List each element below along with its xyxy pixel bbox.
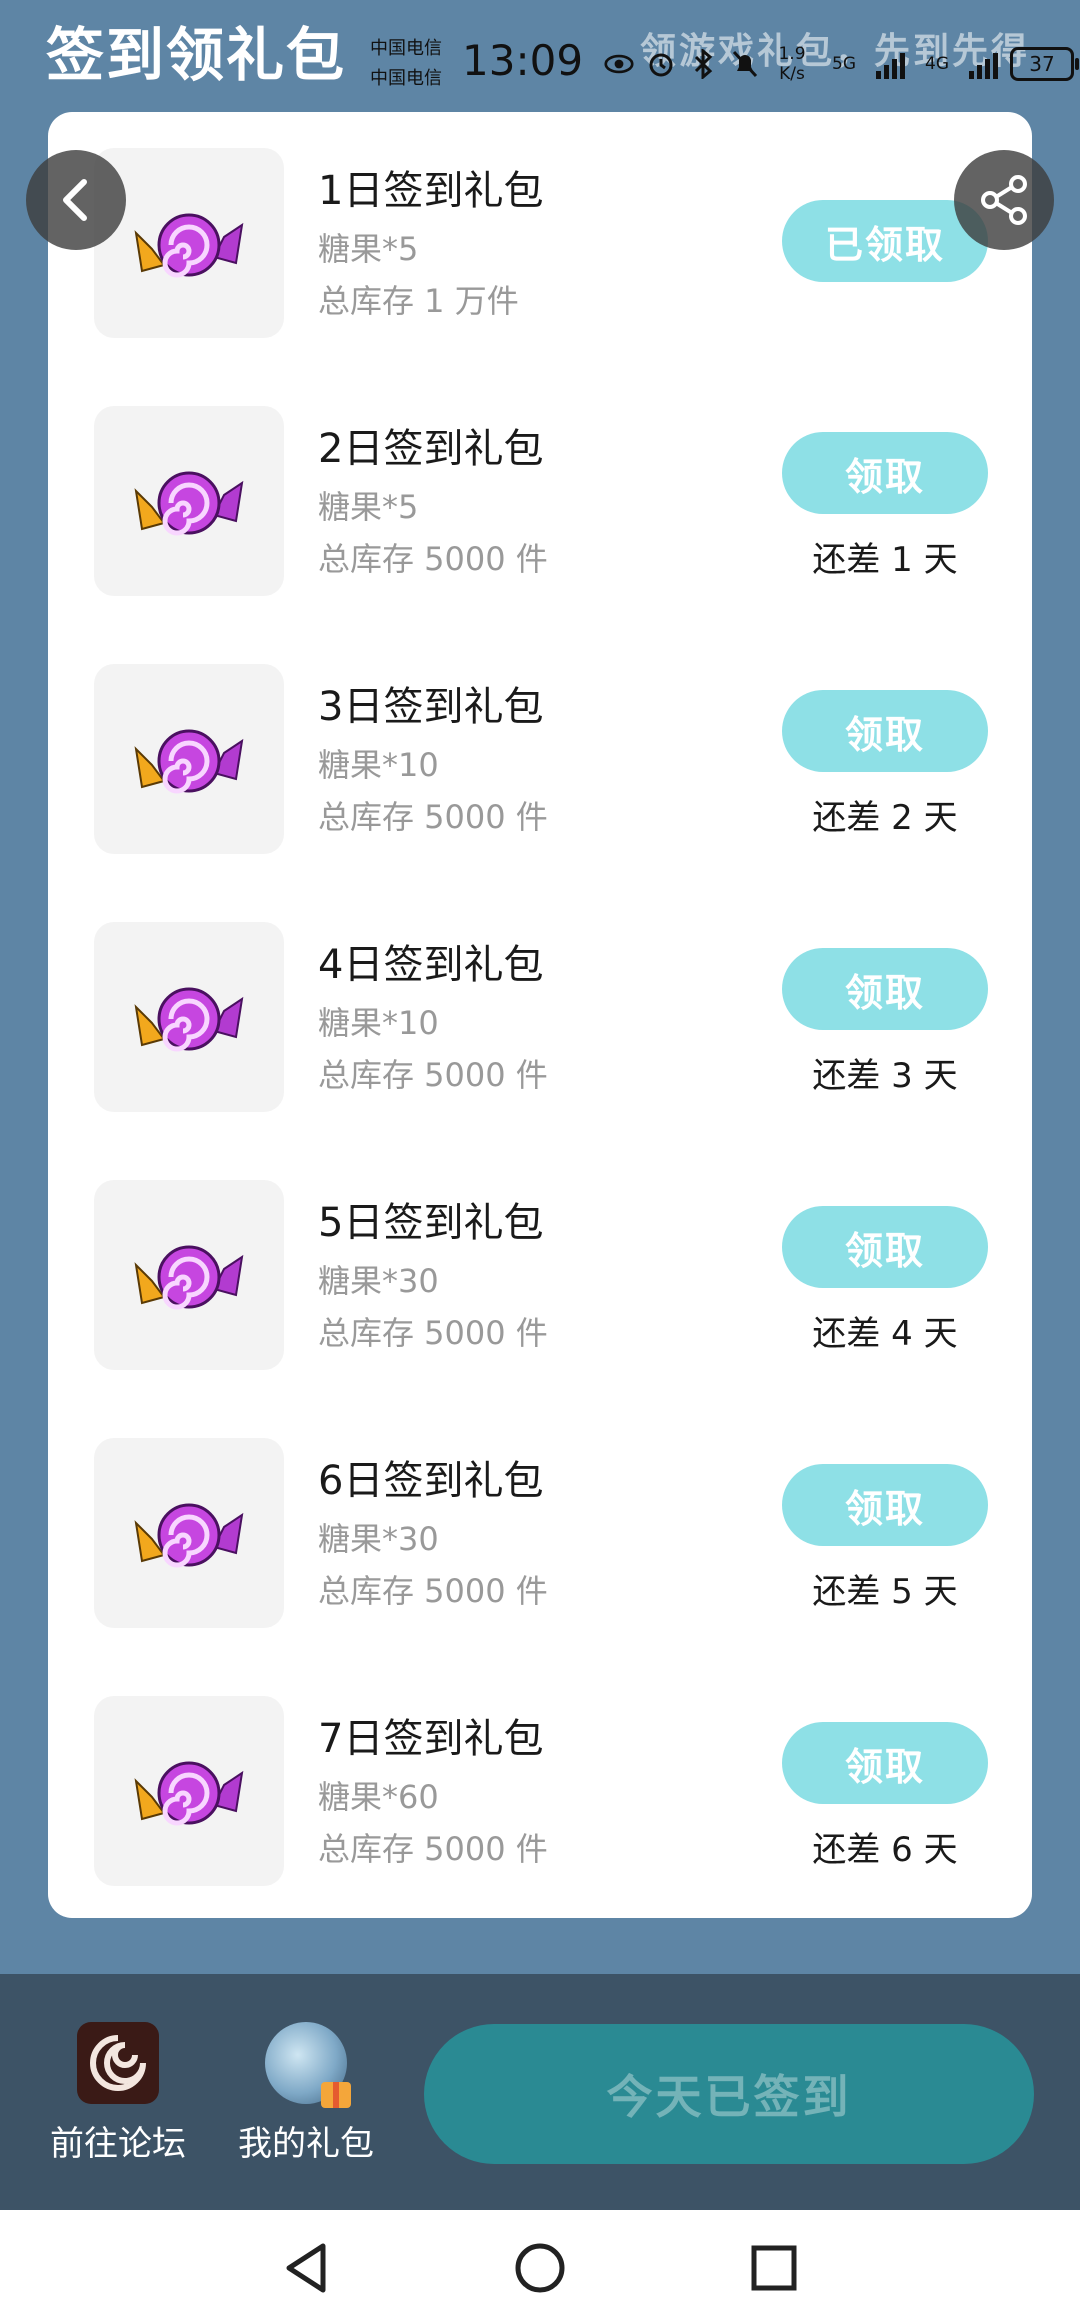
- carrier-2: 中国电信: [370, 68, 442, 89]
- system-nav-bar: [0, 2210, 1080, 2324]
- carrier-info: 中国电信 中国电信: [370, 34, 442, 94]
- claim-button[interactable]: 领取: [782, 1206, 988, 1288]
- back-button[interactable]: [26, 150, 126, 250]
- mute-bell-icon: [730, 49, 760, 79]
- candy-icon: [94, 1180, 284, 1370]
- days-remaining: 还差 1 天: [812, 540, 958, 580]
- claim-button[interactable]: 领取: [782, 1464, 988, 1546]
- gift-box-icon: [265, 2022, 351, 2108]
- status-time: 13:09: [462, 36, 584, 85]
- gift-row: 3日签到礼包 糖果*10 总库存 5000 件 领取 还差 2 天: [48, 664, 1032, 854]
- triangle-back-icon: [286, 2243, 326, 2293]
- gift-title: 6日签到礼包: [318, 1458, 544, 1504]
- gift-list-card: 1日签到礼包 糖果*5 总库存 1 万件 已领取 2日签到礼包 糖果*5 总库存…: [48, 112, 1032, 1918]
- top-bar: 签到领礼包 领游戏礼包，先到先得 中国电信 中国电信 13:09 1.9 K/s…: [0, 0, 1080, 110]
- gift-stock: 总库存 5000 件: [318, 1314, 548, 1352]
- gift-content: 糖果*5: [318, 230, 419, 268]
- candy-icon: [94, 1438, 284, 1628]
- gift-stock: 总库存 5000 件: [318, 1056, 548, 1094]
- status-icons: 1.9 K/s 5G 4G 37: [604, 44, 1079, 84]
- my-gifts-button[interactable]: 我的礼包: [226, 2022, 386, 2165]
- gift-stock: 总库存 5000 件: [318, 798, 548, 836]
- claim-button[interactable]: 领取: [782, 432, 988, 514]
- gift-title: 2日签到礼包: [318, 426, 544, 472]
- gift-content: 糖果*60: [318, 1778, 439, 1816]
- days-remaining: 还差 3 天: [812, 1056, 958, 1096]
- nav-home-button[interactable]: [510, 2238, 570, 2298]
- signal-icon-2: [969, 49, 998, 79]
- gift-title: 3日签到礼包: [318, 684, 544, 730]
- candy-icon: [94, 406, 284, 596]
- net-type-2: 4G: [925, 54, 949, 74]
- candy-icon: [94, 148, 284, 338]
- gift-stock: 总库存 5000 件: [318, 1572, 548, 1610]
- bluetooth-icon: [688, 49, 718, 79]
- claim-button[interactable]: 领取: [782, 948, 988, 1030]
- gift-row: 7日签到礼包 糖果*60 总库存 5000 件 领取 还差 6 天: [48, 1696, 1032, 1886]
- gift-title: 7日签到礼包: [318, 1716, 544, 1762]
- circle-home-icon: [515, 2243, 565, 2293]
- gift-content: 糖果*5: [318, 488, 419, 526]
- net-speed: 1.9 K/s: [772, 44, 812, 84]
- nav-recent-button[interactable]: [744, 2238, 804, 2298]
- back-arrow-icon: [63, 179, 87, 221]
- share-icon: [981, 175, 1027, 225]
- gift-row: 5日签到礼包 糖果*30 总库存 5000 件 领取 还差 4 天: [48, 1180, 1032, 1370]
- go-forum-label: 前往论坛: [50, 2124, 186, 2164]
- gift-row: 6日签到礼包 糖果*30 总库存 5000 件 领取 还差 5 天: [48, 1438, 1032, 1628]
- gift-stock: 总库存 5000 件: [318, 1830, 548, 1868]
- share-button[interactable]: [954, 150, 1054, 250]
- candy-icon: [94, 664, 284, 854]
- days-remaining: 还差 5 天: [812, 1572, 958, 1612]
- gift-title: 1日签到礼包: [318, 168, 544, 214]
- days-remaining: 还差 4 天: [812, 1314, 958, 1354]
- battery-icon: 37: [1010, 47, 1079, 81]
- days-remaining: 还差 6 天: [812, 1830, 958, 1870]
- my-gifts-label: 我的礼包: [238, 2124, 374, 2164]
- forum-app-icon: [77, 2022, 159, 2104]
- candy-icon: [94, 922, 284, 1112]
- gift-stock: 总库存 5000 件: [318, 540, 548, 578]
- gift-title: 5日签到礼包: [318, 1200, 544, 1246]
- eye-icon: [604, 49, 634, 79]
- gift-content: 糖果*30: [318, 1520, 439, 1558]
- page-title: 签到领礼包: [46, 21, 347, 89]
- signed-in-today-button[interactable]: 今天已签到: [424, 2024, 1034, 2164]
- gift-row: 1日签到礼包 糖果*5 总库存 1 万件 已领取: [48, 148, 1032, 338]
- net-speed-unit: K/s: [779, 64, 805, 84]
- gift-row: 4日签到礼包 糖果*10 总库存 5000 件 领取 还差 3 天: [48, 922, 1032, 1112]
- days-remaining: 还差 2 天: [812, 798, 958, 838]
- alarm-icon: [646, 49, 676, 79]
- go-forum-button[interactable]: 前往论坛: [38, 2022, 198, 2165]
- gift-stock: 总库存 1 万件: [318, 282, 519, 320]
- gift-content: 糖果*10: [318, 746, 439, 784]
- claim-button[interactable]: 领取: [782, 690, 988, 772]
- net-speed-value: 1.9: [778, 44, 806, 64]
- gift-content: 糖果*10: [318, 1004, 439, 1042]
- claim-button[interactable]: 领取: [782, 1722, 988, 1804]
- gift-content: 糖果*30: [318, 1262, 439, 1300]
- gift-row: 2日签到礼包 糖果*5 总库存 5000 件 领取 还差 1 天: [48, 406, 1032, 596]
- bottom-action-bar: 前往论坛 我的礼包 今天已签到: [0, 1974, 1080, 2210]
- gift-box-badge: [321, 2082, 351, 2108]
- square-recent-icon: [751, 2245, 797, 2291]
- candy-icon: [94, 1696, 284, 1886]
- signal-icon: [876, 49, 905, 79]
- net-type-1: 5G: [832, 54, 856, 74]
- nav-back-button[interactable]: [276, 2238, 336, 2298]
- carrier-1: 中国电信: [370, 38, 442, 59]
- gift-title: 4日签到礼包: [318, 942, 544, 988]
